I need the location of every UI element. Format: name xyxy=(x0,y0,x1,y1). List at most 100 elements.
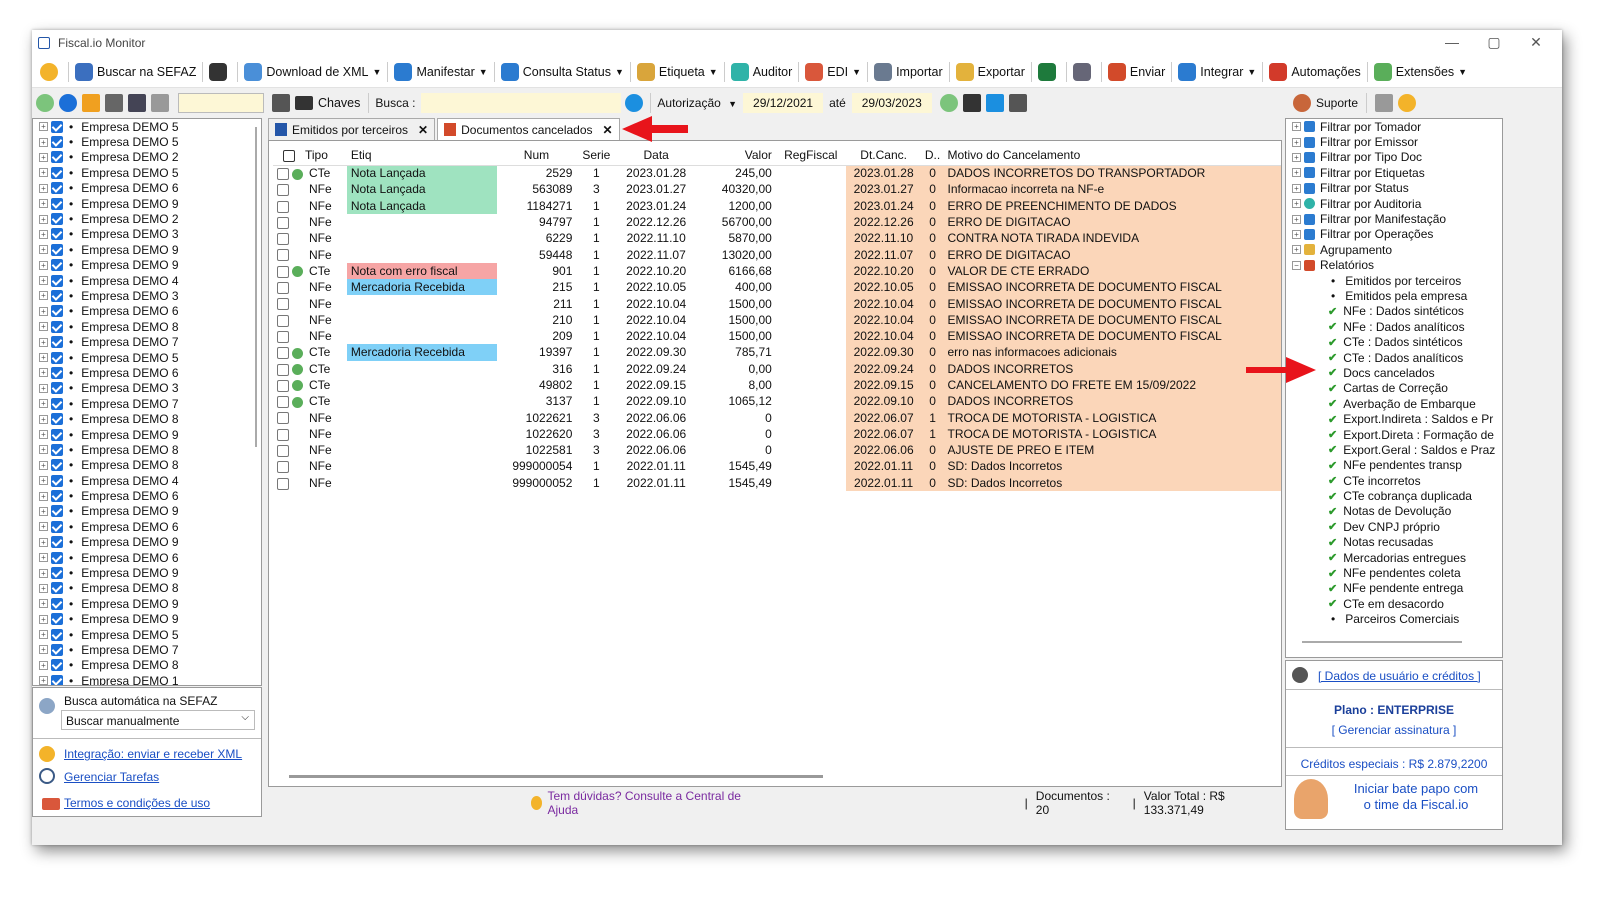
menu-extens-es-button[interactable]: Extensões ▼ xyxy=(1370,58,1471,86)
company-tree-item[interactable]: + • Empresa DEMO 3 xyxy=(33,288,261,303)
settings-icon[interactable] xyxy=(1398,94,1417,112)
company-checkbox[interactable] xyxy=(51,551,63,564)
expand-icon[interactable]: + xyxy=(39,583,48,593)
report-item[interactable]: • Parceiros Comerciais xyxy=(1286,612,1502,627)
report-item[interactable]: ✔ NFe : Dados sintéticos xyxy=(1286,304,1502,319)
company-tree-item[interactable]: + • Empresa DEMO 1 xyxy=(33,673,261,685)
report-item[interactable]: ✔ Docs cancelados xyxy=(1286,365,1502,380)
company-tree-item[interactable]: + • Empresa DEMO 5 xyxy=(33,165,261,180)
collapse-icon[interactable]: − xyxy=(1292,260,1301,270)
company-tree-item[interactable]: + • Empresa DEMO 6 xyxy=(33,488,261,503)
row-checkbox[interactable] xyxy=(277,330,289,343)
company-tree-item[interactable]: + • Empresa DEMO 2 xyxy=(33,211,261,226)
report-item[interactable]: ✔ Cartas de Correção xyxy=(1286,381,1502,396)
report-item[interactable]: ✔ CTe : Dados sintéticos xyxy=(1286,334,1502,349)
filter-item[interactable]: + Filtrar por Emissor xyxy=(1286,134,1502,149)
menu-manifestar-button[interactable]: Manifestar ▼ xyxy=(390,58,491,86)
report-item[interactable]: ✔ Notas de Devolução xyxy=(1286,504,1502,519)
tree-scrollbar[interactable] xyxy=(255,127,257,447)
expand-icon[interactable]: + xyxy=(1292,245,1301,255)
report-item[interactable]: ✔ Mercadorias entregues xyxy=(1286,550,1502,565)
expand-icon[interactable]: + xyxy=(1292,199,1301,209)
expand-icon[interactable]: + xyxy=(39,152,48,162)
company-tree-item[interactable]: + • Empresa DEMO 5 xyxy=(33,119,261,134)
company-checkbox[interactable] xyxy=(51,197,63,210)
report-item[interactable]: ✔ NFe pendente entrega xyxy=(1286,581,1502,596)
row-checkbox[interactable] xyxy=(277,265,289,278)
company-checkbox[interactable] xyxy=(51,213,63,226)
company-checkbox[interactable] xyxy=(51,674,63,685)
company-tree-item[interactable]: + • Empresa DEMO 8 xyxy=(33,458,261,473)
report-item[interactable]: ✔ Export.Direta : Formação de xyxy=(1286,427,1502,442)
expand-icon[interactable]: + xyxy=(39,168,48,178)
company-checkbox[interactable] xyxy=(51,413,63,426)
expand-icon[interactable]: + xyxy=(39,553,48,563)
company-tree-item[interactable]: + • Empresa DEMO 9 xyxy=(33,612,261,627)
settings-gear-icon[interactable] xyxy=(36,58,66,86)
filter-clear-icon[interactable] xyxy=(1375,94,1394,112)
table-row[interactable]: NFe Nota Lançada 563089 3 2023.01.27 40320,00… xyxy=(273,181,1281,198)
company-checkbox[interactable] xyxy=(51,659,63,672)
col-etiq[interactable]: Etiq xyxy=(346,145,497,166)
close-tab-icon[interactable]: ✕ xyxy=(603,123,613,137)
filter-item[interactable]: + Filtrar por Status xyxy=(1286,181,1502,196)
terms-link[interactable]: Termos e condições de uso xyxy=(64,796,210,810)
chaves-button[interactable]: Chaves xyxy=(318,96,360,110)
row-checkbox[interactable] xyxy=(277,168,289,181)
report-item[interactable]: ✔ Export.Geral : Saldos e Praz xyxy=(1286,442,1502,457)
rtree-scrollbar[interactable] xyxy=(1302,641,1462,643)
trash-icon[interactable] xyxy=(105,94,123,112)
expand-icon[interactable]: + xyxy=(39,506,48,516)
company-tree-item[interactable]: + • Empresa DEMO 9 xyxy=(33,535,261,550)
company-checkbox[interactable] xyxy=(51,151,63,164)
table-row[interactable]: NFe Mercadoria Recebida 215 1 2022.10.05 400,… xyxy=(273,279,1281,296)
sort-icon[interactable] xyxy=(128,94,146,112)
filter-item[interactable]: − Relatórios xyxy=(1286,258,1502,273)
table-row[interactable]: CTe 49802 1 2022.09.15 8,00 2022.09.15 0 CANCEL… xyxy=(273,376,1281,394)
company-tree-item[interactable]: + • Empresa DEMO 6 xyxy=(33,365,261,380)
list-view-icon[interactable] xyxy=(1008,94,1027,112)
company-checkbox[interactable] xyxy=(51,536,63,549)
company-checkbox[interactable] xyxy=(51,336,63,349)
col-serie[interactable]: Serie xyxy=(576,145,617,166)
select-all-checkbox[interactable] xyxy=(273,145,305,166)
company-tree-item[interactable]: + • Empresa DEMO 9 xyxy=(33,196,261,211)
company-tree-item[interactable]: + • Empresa DEMO 3 xyxy=(33,381,261,396)
expand-icon[interactable]: + xyxy=(39,383,48,393)
company-checkbox[interactable] xyxy=(51,613,63,626)
expand-icon[interactable]: + xyxy=(39,399,48,409)
expand-icon[interactable]: + xyxy=(1292,137,1301,147)
col-motivo[interactable]: Motivo do Cancelamento xyxy=(943,145,1281,166)
company-checkbox[interactable] xyxy=(51,182,63,195)
table-row[interactable]: CTe Nota Lançada 2529 1 2023.01.28 245,00 2023… xyxy=(273,165,1281,182)
report-item[interactable]: ✔ NFe pendentes transp xyxy=(1286,458,1502,473)
expand-icon[interactable]: + xyxy=(39,599,48,609)
help-icon[interactable] xyxy=(625,94,644,112)
user-data-link[interactable]: [ Dados de usuário e créditos ] xyxy=(1318,669,1481,683)
expand-icon[interactable]: + xyxy=(39,537,48,547)
company-tree-item[interactable]: + • Empresa DEMO 8 xyxy=(33,658,261,673)
table-row[interactable]: CTe Mercadoria Recebida 19397 1 2022.09.30 78… xyxy=(273,344,1281,361)
menu-consulta-status-button[interactable]: Consulta Status ▼ xyxy=(497,58,628,86)
table-row[interactable]: NFe 210 1 2022.10.04 1500,00 2022.10.04 0 EMISS… xyxy=(273,311,1281,328)
company-tree-item[interactable]: + • Empresa DEMO 2 xyxy=(33,150,261,165)
report-item[interactable]: ✔ Dev CNPJ próprio xyxy=(1286,519,1502,534)
table-row[interactable]: CTe 3137 1 2022.09.10 1065,12 2022.09.10 0 DADO… xyxy=(273,393,1281,410)
filter-item[interactable]: + Filtrar por Etiquetas xyxy=(1286,165,1502,180)
menu-printer-button[interactable] xyxy=(1069,58,1099,86)
company-checkbox[interactable] xyxy=(51,597,63,610)
search-input[interactable] xyxy=(421,93,622,113)
menu-automa-es-button[interactable]: Automações xyxy=(1265,58,1364,86)
company-checkbox[interactable] xyxy=(51,567,63,580)
row-checkbox[interactable] xyxy=(277,445,289,458)
col-tipo[interactable]: Tipo xyxy=(304,145,347,166)
company-tree-item[interactable]: + • Empresa DEMO 4 xyxy=(33,473,261,488)
table-row[interactable]: NFe 1022621 3 2022.06.06 0 2022.06.07 1 TROCA D… xyxy=(273,409,1281,426)
row-checkbox[interactable] xyxy=(277,314,289,327)
menu-excel-button[interactable] xyxy=(1034,58,1064,86)
row-checkbox[interactable] xyxy=(277,347,289,360)
expand-icon[interactable]: + xyxy=(39,245,48,255)
filter-item[interactable]: + Filtrar por Tipo Doc xyxy=(1286,150,1502,165)
expand-icon[interactable]: + xyxy=(39,476,48,486)
menu-edi-button[interactable]: EDI ▼ xyxy=(801,58,865,86)
